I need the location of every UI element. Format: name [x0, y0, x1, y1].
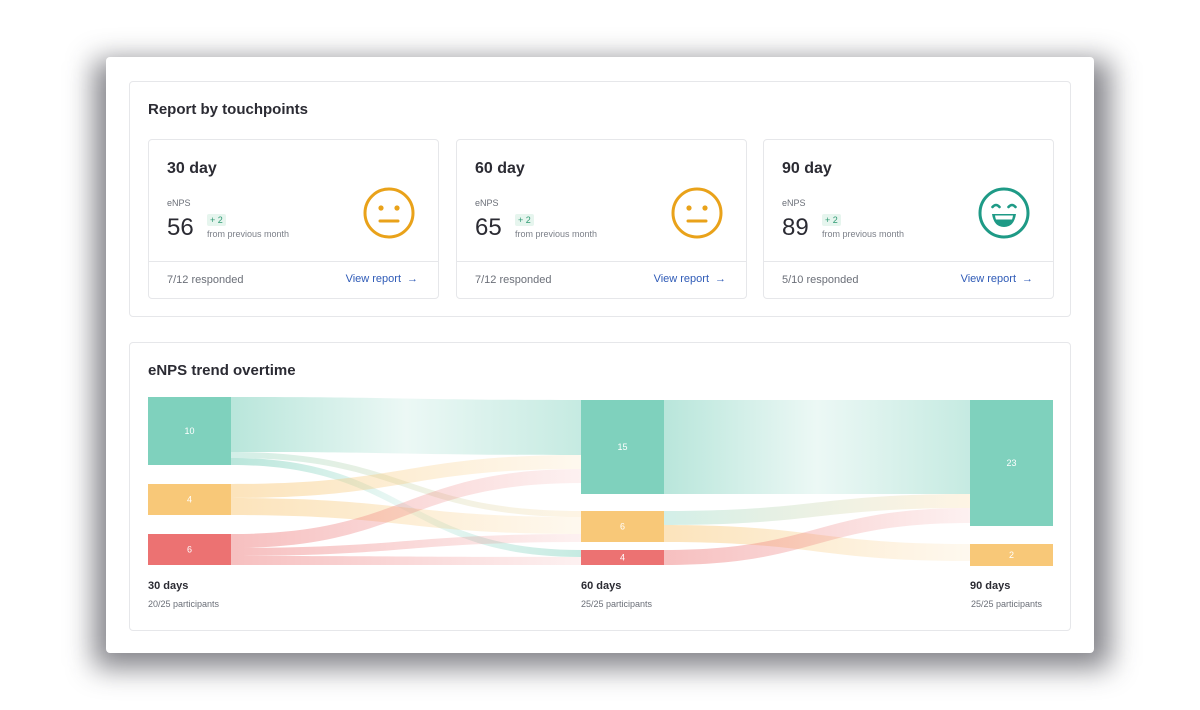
- delta-badge: + 2: [515, 214, 534, 226]
- report-window: Report by touchpoints 30 day eNPS 56 + 2…: [106, 57, 1094, 653]
- stage-label-60-days: 60 days: [581, 580, 622, 592]
- neutral-face-icon: [363, 187, 415, 239]
- stage-label-90-days: 90 days: [970, 580, 1011, 592]
- arrow-right-icon: →: [407, 273, 418, 285]
- sankey-node-label: 23: [1006, 458, 1016, 468]
- delta-note: from previous month: [207, 229, 290, 239]
- card-divider: [149, 261, 438, 262]
- sankey-node-label: 10: [184, 426, 194, 436]
- stage-label-30-days: 30 days: [148, 580, 189, 592]
- sankey-node-label: 4: [187, 495, 192, 505]
- responded-count: 7/12 responded: [167, 274, 244, 286]
- sankey-node-label: 6: [620, 522, 625, 532]
- card-title: 30 day: [167, 160, 217, 177]
- card-title: 90 day: [782, 160, 832, 177]
- view-report-label: View report: [653, 273, 709, 285]
- touchpoint-card-60-day: 60 day eNPS 65 + 2 from previous month 7…: [456, 139, 747, 299]
- sankey-node-label: 6: [187, 545, 192, 555]
- sankey-node-label: 15: [617, 442, 627, 452]
- sankey-flow: [231, 397, 581, 455]
- view-report-link[interactable]: View report →: [654, 273, 726, 285]
- neutral-face-icon: [671, 187, 723, 239]
- responded-count: 5/10 responded: [782, 274, 859, 286]
- view-report-link[interactable]: View report →: [961, 273, 1033, 285]
- touchpoint-card-90-day: 90 day eNPS 89 + 2 from previous month 5…: [763, 139, 1054, 299]
- card-divider: [457, 261, 746, 262]
- delta-badge: + 2: [822, 214, 841, 226]
- delta-badge: + 2: [207, 214, 226, 226]
- enps-label: eNPS: [782, 198, 806, 208]
- delta-note: from previous month: [822, 229, 905, 239]
- card-divider: [764, 261, 1053, 262]
- touchpoints-title: Report by touchpoints: [148, 101, 308, 118]
- arrow-right-icon: →: [715, 273, 726, 285]
- view-report-link[interactable]: View report →: [346, 273, 418, 285]
- enps-label: eNPS: [167, 198, 191, 208]
- sankey-node-label: 2: [1009, 550, 1014, 560]
- view-report-label: View report: [345, 273, 401, 285]
- touchpoints-panel: Report by touchpoints 30 day eNPS 56 + 2…: [129, 81, 1071, 317]
- enps-score: 89: [782, 214, 809, 241]
- sankey-flow: [231, 556, 581, 565]
- enps-score: 65: [475, 214, 502, 241]
- enps-score: 56: [167, 214, 194, 241]
- delta-note: from previous month: [515, 229, 598, 239]
- enps-trend-panel: eNPS trend overtime 10 4 6 15 6 4 23 2 3…: [129, 342, 1071, 631]
- sankey-node-label: 4: [620, 553, 625, 563]
- card-title: 60 day: [475, 160, 525, 177]
- enps-label: eNPS: [475, 198, 499, 208]
- arrow-right-icon: →: [1022, 273, 1033, 285]
- stage-participants-90-days: 25/25 participants: [971, 599, 1043, 609]
- stage-participants-30-days: 20/25 participants: [148, 599, 220, 609]
- stage-participants-60-days: 25/25 participants: [581, 599, 653, 609]
- view-report-label: View report: [960, 273, 1016, 285]
- sankey-flow: [664, 400, 970, 494]
- touchpoint-card-30-day: 30 day eNPS 56 + 2 from previous month 7…: [148, 139, 439, 299]
- responded-count: 7/12 responded: [475, 274, 552, 286]
- grinning-face-icon: [978, 187, 1030, 239]
